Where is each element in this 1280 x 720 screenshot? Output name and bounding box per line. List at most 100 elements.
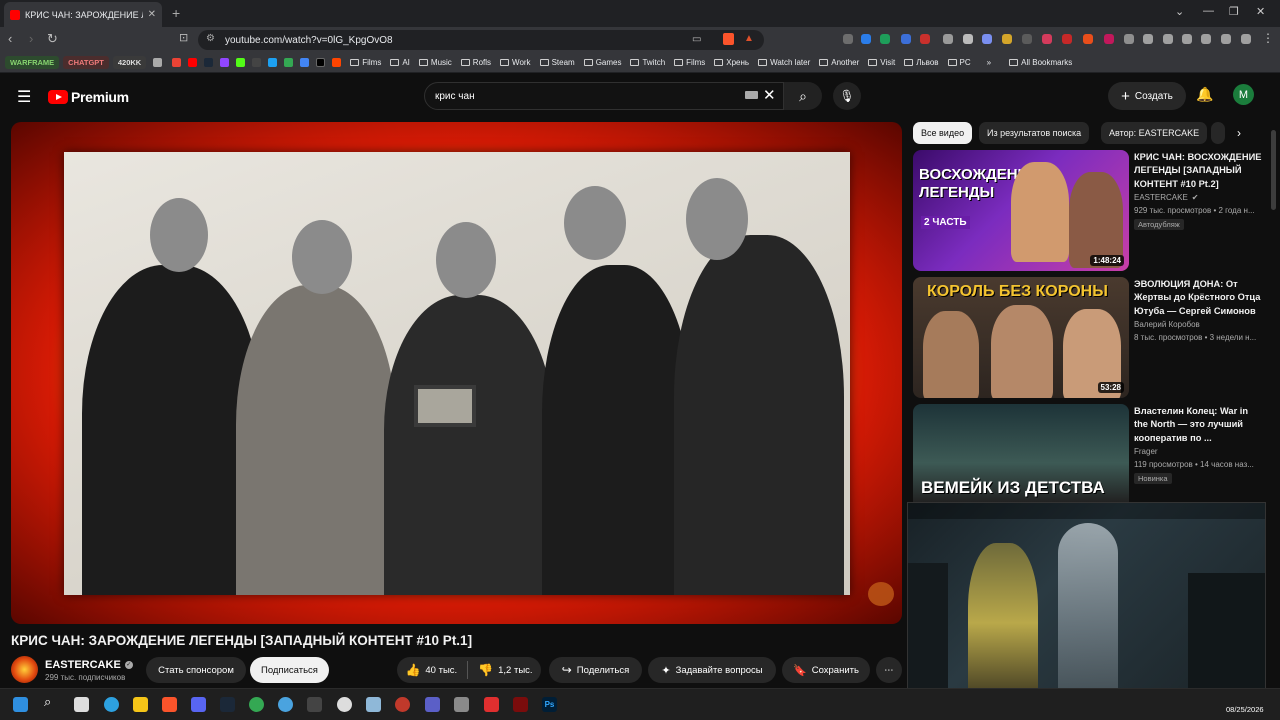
related-video-thumbnail[interactable]: КОРОЛЬ БЕЗ КОРОНЫ 53:28: [913, 277, 1129, 398]
bookmark-folder[interactable]: Visit: [868, 58, 895, 67]
close-tab-icon[interactable]: ✕: [148, 9, 156, 20]
chip-author[interactable]: Автор: EASTERCAKE: [1101, 122, 1208, 144]
browser-tab-active[interactable]: КРИС ЧАН: ЗАРОЖДЕНИЕ ЛЕГЕ ✕: [4, 2, 162, 27]
extensions-puzzle-icon[interactable]: [1143, 34, 1153, 44]
photoshop-icon[interactable]: Ps: [542, 697, 557, 712]
extension-icon[interactable]: [1042, 34, 1052, 44]
bookmark-folder[interactable]: Games: [583, 58, 621, 67]
share-button[interactable]: ↪ Поделиться: [549, 657, 642, 683]
all-bookmarks-folder[interactable]: All Bookmarks: [1009, 58, 1072, 67]
steam-icon[interactable]: [204, 58, 214, 67]
bookmark-chip-420kk[interactable]: 420KK: [112, 56, 147, 69]
related-video-channel[interactable]: Frager: [1134, 447, 1262, 456]
bookmark-chip-warframe[interactable]: WARFRAME: [5, 56, 60, 69]
forward-icon[interactable]: ›: [29, 31, 33, 46]
chatgpt-icon[interactable]: [337, 697, 352, 712]
browser-menu-icon[interactable]: ⋮: [1262, 31, 1274, 45]
bookmark-folder[interactable]: Steam: [539, 58, 575, 67]
gmail-icon[interactable]: [172, 58, 182, 67]
bookmark-folder[interactable]: Rofls: [460, 58, 491, 67]
downloads-icon[interactable]: [1221, 34, 1231, 44]
extension-icon[interactable]: [901, 34, 911, 44]
vpn-icon[interactable]: [1241, 34, 1251, 44]
ask-button[interactable]: ✦ Задавайте вопросы: [648, 657, 776, 683]
bookmark-site-icon[interactable]: [252, 58, 262, 67]
bookmark-folder[interactable]: Music: [418, 58, 452, 67]
adblock-icon[interactable]: [920, 34, 930, 44]
related-video-title[interactable]: Властелин Колец: War in the North — это …: [1134, 405, 1262, 445]
game-overlay-window[interactable]: [907, 502, 1266, 704]
twitch-icon[interactable]: [220, 58, 230, 67]
taskbar-date[interactable]: 08/25/2026: [1226, 705, 1264, 714]
app-icon[interactable]: [278, 697, 293, 712]
cast-icon[interactable]: ▭: [692, 34, 701, 45]
like-button[interactable]: 👍 40 тыс.: [405, 663, 457, 677]
chip-all-videos[interactable]: Все видео: [913, 122, 973, 144]
back-icon[interactable]: ‹: [8, 31, 12, 46]
bookmark-folder[interactable]: AI: [390, 58, 410, 67]
search-input[interactable]: крис чан: [424, 82, 784, 110]
close-window-button[interactable]: ✕: [1256, 5, 1265, 18]
bookmark-folder[interactable]: PC: [947, 58, 971, 67]
extension-icon[interactable]: [861, 34, 871, 44]
more-bookmarks-icon[interactable]: »: [987, 58, 991, 67]
pdf-reader-icon[interactable]: [484, 697, 499, 712]
bookmark-chip-chatgpt[interactable]: CHATGPT: [63, 56, 109, 69]
extension-icon[interactable]: [1002, 34, 1012, 44]
app-icon[interactable]: [366, 697, 381, 712]
extension-icon[interactable]: [943, 34, 953, 44]
account-avatar[interactable]: M: [1233, 84, 1254, 105]
extension-icon[interactable]: [963, 34, 973, 44]
bookmark-site-icon[interactable]: [284, 58, 294, 67]
youtube-premium-logo[interactable]: Premium: [48, 89, 129, 105]
youtube-icon[interactable]: [188, 58, 198, 67]
channel-name[interactable]: EASTERCAKE ✓: [45, 659, 133, 671]
create-button[interactable]: + Создать: [1108, 82, 1186, 110]
page-scrollbar[interactable]: [1271, 130, 1276, 210]
extension-icon[interactable]: [880, 34, 890, 44]
clear-search-icon[interactable]: ✕: [763, 86, 776, 104]
sidebar-toggle-icon[interactable]: [1182, 34, 1192, 44]
brave-icon[interactable]: [162, 697, 177, 712]
related-video-channel[interactable]: EASTERCAKE ✔: [1134, 193, 1262, 202]
bookmark-folder[interactable]: Films: [674, 58, 705, 67]
app-icon[interactable]: [513, 697, 528, 712]
notifications-bell-icon[interactable]: 🔔: [1196, 86, 1213, 103]
chips-next-arrow-icon[interactable]: ›: [1237, 126, 1241, 140]
search-button[interactable]: ⌕: [784, 82, 822, 110]
terminal-icon[interactable]: [307, 697, 322, 712]
steam-icon[interactable]: [220, 697, 235, 712]
related-video-thumbnail[interactable]: ВОСХОЖДЕНИЕ ЛЕГЕНДЫ 2 ЧАСТЬ 1:48:24: [913, 150, 1129, 271]
related-video-title[interactable]: КРИС ЧАН: ВОСХОЖДЕНИЕ ЛЕГЕНДЫ [ЗАПАДНЫЙ …: [1134, 151, 1262, 191]
translate-icon[interactable]: [300, 58, 310, 67]
bookmark-folder[interactable]: Watch later: [758, 58, 810, 67]
related-video-thumbnail[interactable]: ВЕМЕЙК ИЗ ДЕТСТВА: [913, 404, 1129, 502]
bookmark-folder[interactable]: Twitch: [630, 58, 665, 67]
new-tab-button[interactable]: +: [172, 5, 180, 21]
dislike-button[interactable]: 👎 1,2 тыс.: [478, 663, 532, 677]
wallet-icon[interactable]: [1201, 34, 1211, 44]
discord-icon[interactable]: [191, 697, 206, 712]
app-icon[interactable]: [395, 697, 410, 712]
extension-icon[interactable]: [982, 34, 992, 44]
apps-grid-icon[interactable]: [153, 58, 163, 67]
bookmark-page-icon[interactable]: ⊡: [179, 31, 188, 44]
telegram-icon[interactable]: [104, 697, 119, 712]
rewards-icon[interactable]: ▲: [744, 33, 754, 44]
media-controls-icon[interactable]: [1163, 34, 1173, 44]
kick-icon[interactable]: [236, 58, 246, 67]
keyboard-icon[interactable]: [745, 91, 758, 99]
brave-shield-icon[interactable]: [723, 33, 734, 45]
extension-icon[interactable]: [843, 34, 853, 44]
chip-from-search[interactable]: Из результатов поиска: [979, 122, 1090, 144]
join-sponsor-button[interactable]: Стать спонсором: [146, 657, 246, 683]
windows-start-icon[interactable]: [13, 697, 28, 712]
taskbar-search-icon[interactable]: ⌕: [44, 694, 59, 709]
channel-watermark-icon[interactable]: [868, 582, 894, 606]
site-info-icon[interactable]: ⚙: [206, 33, 215, 44]
app-icon[interactable]: [425, 697, 440, 712]
chrome-icon[interactable]: [249, 697, 264, 712]
tab-search-icon[interactable]: ⌄: [1175, 5, 1184, 18]
minimize-button[interactable]: —: [1203, 5, 1214, 17]
related-video-channel[interactable]: Валерий Коробов: [1134, 320, 1262, 329]
